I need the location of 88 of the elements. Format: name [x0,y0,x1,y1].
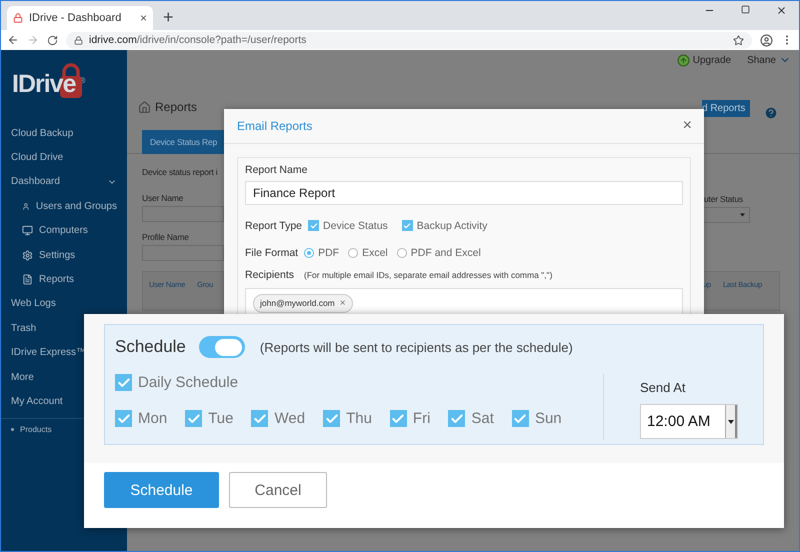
page-title: Reports [127,100,224,114]
select-field[interactable] [702,207,750,223]
time-select[interactable]: 12:00 AM [640,404,738,439]
option-label: Device Status [323,220,388,232]
field-label: uter Status [704,194,744,204]
account-icon[interactable] [760,34,773,46]
maximize-icon[interactable] [741,5,750,14]
sidebar-item[interactable]: Reports [1,267,127,292]
new-tab-button[interactable]: + [163,8,174,26]
field-label: Report Name [245,164,308,176]
checkbox[interactable] [512,410,529,427]
remove-button[interactable]: × [340,298,346,308]
checkbox[interactable] [115,410,132,427]
day-label: Sun [534,410,562,427]
star-icon[interactable] [733,34,744,46]
radio-button[interactable] [348,248,358,258]
sidebar-item[interactable]: Dashboard [1,170,127,194]
day-label: Wed [274,410,306,427]
close-icon[interactable] [776,5,787,16]
field-label: Profile Name [142,232,190,242]
field-label: Send At [640,380,687,395]
input-field[interactable] [142,206,224,222]
checkbox[interactable] [448,410,466,427]
checkbox[interactable] [323,410,340,427]
close-icon[interactable]: × [140,12,147,24]
sidebar-item[interactable]: Settings [1,242,127,268]
lock-icon [74,36,83,44]
field-label: User Name [142,193,184,203]
field-label: File Format [245,246,298,258]
radio-button[interactable] [304,248,314,258]
item-icon [22,200,30,212]
hint-text: (Reports will be sent to recipients as per the schedule) [260,340,573,354]
back-icon[interactable] [7,34,19,46]
close-button[interactable]: × [682,117,692,135]
schedule-toggle[interactable] [198,336,245,358]
radio-button[interactable] [396,248,407,258]
user-menu[interactable]: Shane [747,54,791,66]
bullet-icon [11,428,14,431]
lock-icon [13,13,23,23]
item-icon [22,225,33,236]
forward-icon[interactable] [27,34,39,46]
sidebar-item[interactable]: Cloud Backup [1,121,127,146]
input-field[interactable] [142,245,224,261]
schedule-label: Schedule [115,337,186,357]
hint-text: (For multiple email IDs, separate email addresses with comma ",") [304,270,552,280]
option-label: Daily Schedule [138,374,238,391]
report-name-field[interactable]: Finance Report [245,181,683,205]
sidebar-item[interactable]: Computers [1,218,127,243]
email-text: john@myworld.com [260,298,335,308]
day-label: Fri [412,410,430,427]
sidebar-item[interactable]: Users and Groups [1,194,127,219]
report-tab[interactable]: Device Status Rep [142,130,224,154]
field-label: Report Type [245,220,302,232]
option-label: PDF and Excel [410,246,481,258]
caret-icon [725,405,737,438]
item-icon [22,250,33,261]
checkbox[interactable] [185,410,202,427]
schedule-button[interactable]: Schedule [104,472,219,508]
item-icon [22,274,33,286]
description-text: Device status report i [142,167,218,177]
checkbox[interactable] [402,220,413,231]
sidebar-link[interactable]: Products [20,424,52,434]
sidebar-item[interactable]: Web Logs [1,292,127,316]
url-text: idrive.com/idrive/in/console?path=/user/reports [89,34,306,46]
day-label: Sat [471,410,494,427]
address-bar[interactable]: idrive.com/idrive/in/console?path=/user/reports [66,32,752,48]
field-label: Recipients [245,269,294,281]
checkbox[interactable] [390,410,407,427]
sidebar-item[interactable]: Cloud Drive [1,145,127,170]
day-label: Mon [138,410,168,427]
day-label: Tue [208,410,234,427]
caret-icon [740,213,745,217]
option-label: PDF [318,246,340,258]
reload-icon[interactable] [47,34,58,46]
browser-tab[interactable]: IDrive - Dashboard × [7,6,153,30]
tab-title: IDrive - Dashboard [29,12,122,24]
day-label: Thu [346,410,372,427]
upgrade-link[interactable]: Upgrade [676,54,732,67]
dialog-title: Email Reports [237,119,312,133]
checkbox[interactable] [115,374,132,391]
home-icon [138,100,151,114]
cancel-button[interactable]: Cancel [229,472,327,508]
checkbox[interactable] [251,410,268,427]
option-label: Excel [362,246,388,258]
option-label: Backup Activity [416,220,488,232]
arrow-up-icon [676,54,690,67]
checkbox[interactable] [308,220,320,231]
help-icon[interactable] [764,106,778,120]
